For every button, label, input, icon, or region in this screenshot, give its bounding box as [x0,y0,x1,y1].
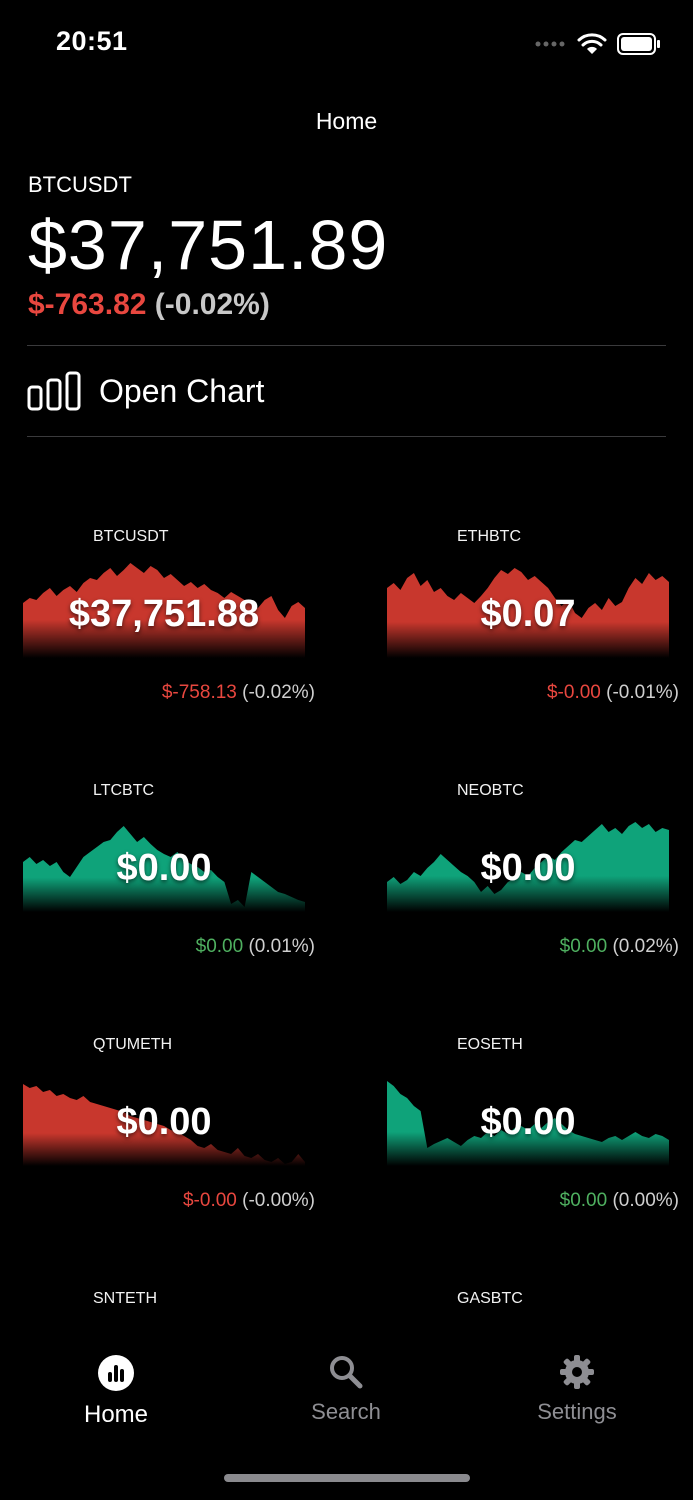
card-change: $0.00 (0.00%) [560,1190,679,1212]
card-price: $0.00 [480,847,576,889]
ticker-card-neobtc[interactable]: NEOBTC $0.00 $0.00 (0.02%) [387,782,687,1012]
card-change: $0.00 (0.02%) [560,936,679,958]
search-icon [330,1356,363,1389]
hero-price: $37,751.89 [28,206,389,284]
hero-change-value: $-763.82 [28,288,147,321]
divider [27,436,666,437]
card-price: $37,751.88 [68,593,260,635]
battery-icon [617,33,660,55]
card-symbol: NEOBTC [457,782,524,799]
tab-search-label: Search [311,1399,381,1424]
card-change: $-758.13 (-0.02%) [162,682,315,704]
card-change-value: $-0.00 [546,682,601,703]
card-change-value: $0.00 [559,936,608,957]
hero-symbol: BTCUSDT [28,172,132,197]
card-price: $0.00 [480,1101,576,1143]
card-symbol: SNTETH [93,1290,157,1307]
card-change-percent: (0.01%) [248,936,315,957]
card-change: $0.00 (0.01%) [196,936,315,958]
card-price: $0.00 [116,1101,212,1143]
card-change-value: $0.00 [559,1190,608,1211]
status-time: 20:51 [56,26,128,56]
card-change-value: $-0.00 [182,1190,237,1211]
card-symbol: GASBTC [457,1290,523,1307]
tab-settings[interactable]: Settings [497,1354,657,1425]
tab-home[interactable]: Home [36,1354,196,1429]
card-price: $0.07 [480,593,576,635]
status-icons [535,30,661,58]
ticker-card-qtumeth[interactable]: QTUMETH $0.00 $-0.00 (-0.00%) [23,1036,323,1266]
ticker-card-snteth[interactable]: SNTETH [23,1290,323,1330]
signal-dots-icon [535,41,565,47]
ticker-card-eoseth[interactable]: EOSETH $0.00 $0.00 (0.00%) [387,1036,687,1266]
card-change: $-0.00 (-0.01%) [547,682,679,704]
hero-change-percent: (-0.02%) [154,288,270,321]
home-indicator [224,1474,470,1482]
card-change-value: $-758.13 [161,682,237,703]
chart-circle-icon [98,1355,134,1391]
ticker-card-btcusdt[interactable]: BTCUSDT $37,751.88 $-758.13 (-0.02%) [23,528,323,758]
ticker-card-gasbtc[interactable]: GASBTC [387,1290,687,1330]
tab-home-label: Home [83,1401,149,1428]
card-symbol: EOSETH [457,1036,523,1053]
status-bar: 20:51 [0,0,693,88]
page-title: Home [315,108,378,134]
card-change-percent: (0.00%) [612,1190,679,1211]
card-change-percent: (-0.00%) [242,1190,315,1211]
card-change-percent: (-0.02%) [242,682,315,703]
ticker-card-ethbtc[interactable]: ETHBTC $0.07 $-0.00 (-0.01%) [387,528,687,758]
wifi-icon [577,33,607,54]
card-symbol: ETHBTC [457,528,521,545]
card-change-percent: (-0.01%) [606,682,679,703]
tab-settings-label: Settings [537,1399,617,1424]
card-symbol: QTUMETH [93,1036,173,1053]
card-change-value: $0.00 [195,936,244,957]
open-chart-label: Open Chart [99,372,265,409]
hero-change: $-763.82 (-0.02%) [28,288,270,322]
open-chart-button[interactable]: Open Chart [27,346,666,436]
tab-search[interactable]: Search [266,1354,426,1425]
card-change-percent: (0.02%) [612,936,679,957]
bar-chart-icon [27,371,81,411]
ticker-card-ltcbtc[interactable]: LTCBTC $0.00 $0.00 (0.01%) [23,782,323,1012]
card-symbol: LTCBTC [93,782,155,799]
gear-icon [560,1355,594,1389]
card-change: $-0.00 (-0.00%) [183,1190,315,1212]
card-symbol: BTCUSDT [93,528,169,545]
card-price: $0.00 [116,847,212,889]
